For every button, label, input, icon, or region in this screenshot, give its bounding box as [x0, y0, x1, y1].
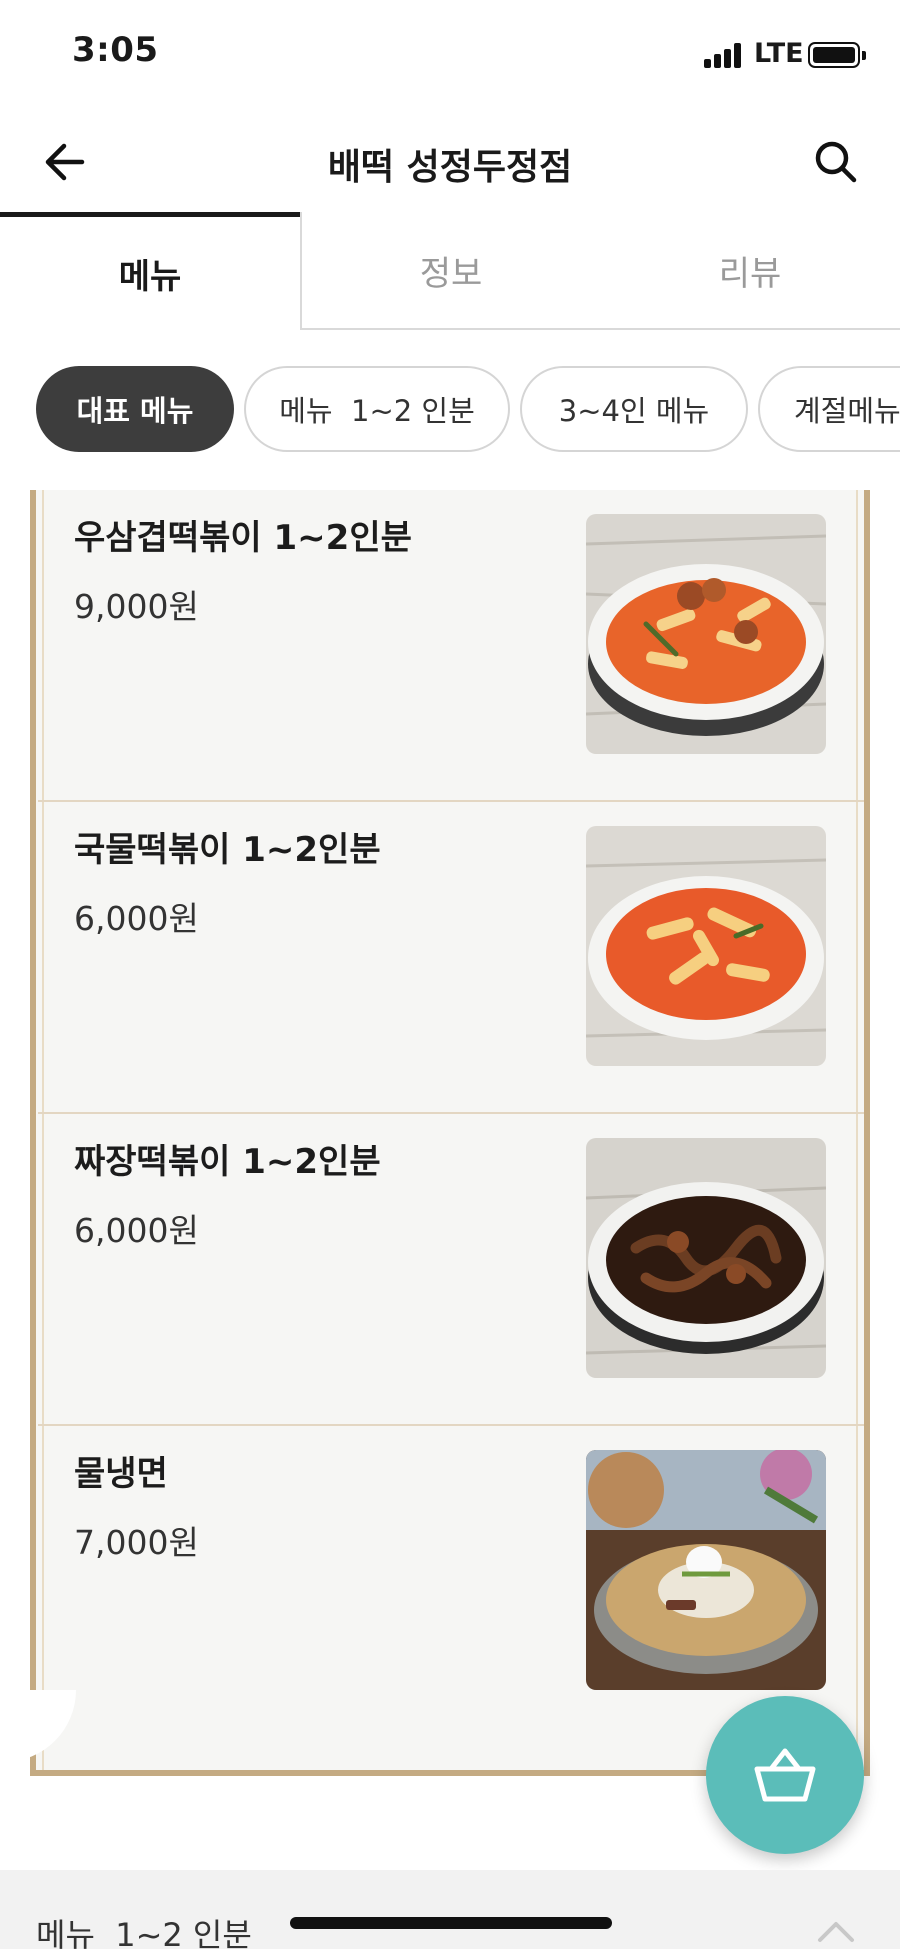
category-chips: 대표 메뉴 메뉴 1~2 인분 3~4인 메뉴 계절메뉴 — [0, 366, 900, 454]
menu-item-name: 짜장떡볶이 1~2인분 — [74, 1142, 381, 1182]
search-button[interactable] — [806, 132, 866, 192]
soup-tteokbokki-photo — [586, 826, 826, 1066]
tteokbokki-beef-photo — [586, 514, 826, 754]
home-indicator — [290, 1917, 612, 1929]
menu-item-price: 6,000원 — [74, 1211, 199, 1250]
search-icon — [815, 141, 857, 183]
menu-item-name: 물냉면 — [74, 1454, 168, 1494]
chip-signature-menu[interactable]: 대표 메뉴 — [36, 366, 234, 452]
chip-seasonal-menu[interactable]: 계절메뉴 — [758, 366, 900, 452]
network-label: LTE — [754, 38, 804, 69]
app-header: 배떡 성정두정점 — [0, 110, 900, 215]
bottom-category-label: 메뉴 1~2 인분 — [36, 1916, 252, 1949]
bottom-category-bar[interactable]: 메뉴 1~2 인분 — [0, 1870, 900, 1949]
tab-review[interactable]: 리뷰 — [600, 212, 900, 330]
battery-icon — [808, 42, 866, 68]
menu-item-price: 6,000원 — [74, 899, 199, 938]
basket-icon — [754, 1748, 816, 1802]
chip-menu-3-4[interactable]: 3~4인 메뉴 — [520, 366, 748, 452]
page-title: 배떡 성정두정점 — [327, 147, 573, 188]
menu-item[interactable]: 물냉면 7,000원 — [38, 1426, 864, 1738]
jjajang-tteokbokki-photo — [586, 1138, 826, 1378]
status-time: 3:05 — [72, 30, 159, 70]
tab-menu[interactable]: 메뉴 — [0, 212, 300, 330]
status-bar: 3:05 LTE — [0, 0, 900, 110]
tab-info[interactable]: 정보 — [300, 212, 600, 330]
cart-button[interactable] — [706, 1696, 864, 1854]
mul-naengmyeon-photo — [586, 1450, 826, 1690]
menu-item-name: 우삼겹떡볶이 1~2인분 — [74, 518, 412, 558]
menu-item-price: 9,000원 — [74, 587, 199, 626]
chip-menu-1-2[interactable]: 메뉴 1~2 인분 — [244, 366, 510, 452]
menu-item[interactable]: 짜장떡볶이 1~2인분 6,000원 — [38, 1114, 864, 1426]
menu-item[interactable]: 국물떡볶이 1~2인분 6,000원 — [38, 802, 864, 1114]
tab-bar: 메뉴 정보 리뷰 — [0, 212, 900, 332]
menu-item-name: 국물떡볶이 1~2인분 — [74, 830, 381, 870]
menu-item-price: 7,000원 — [74, 1523, 199, 1562]
chevron-up-icon[interactable] — [816, 1918, 856, 1944]
signal-icon — [704, 42, 748, 68]
menu-item[interactable]: 우삼겹떡볶이 1~2인분 9,000원 — [38, 490, 864, 802]
